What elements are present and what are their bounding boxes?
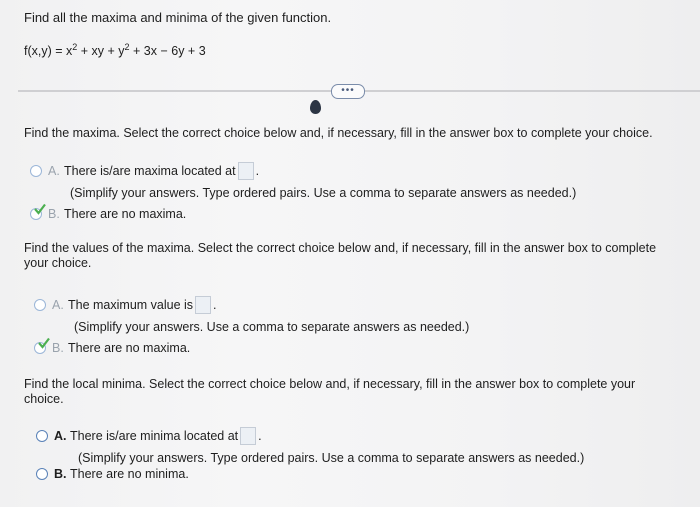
option-a-letter: A.	[52, 298, 64, 312]
option-b-text: There are no maxima.	[68, 341, 191, 355]
function-expression: f(x,y) = x2 + xy + y2 + 3x − 6y + 3	[24, 42, 206, 58]
option-a-max-value[interactable]: A. The maximum value is .	[34, 296, 217, 314]
option-a-text: There is/are maxima located at	[64, 164, 236, 178]
option-a-text: There is/are minima located at	[70, 429, 239, 443]
question-page: Find all the maxima and minima of the gi…	[0, 0, 700, 507]
option-b-maxima[interactable]: B. There are no maxima.	[30, 207, 186, 221]
option-b-max-value[interactable]: B. There are no maxima.	[34, 341, 190, 355]
answer-box-max-value[interactable]	[195, 296, 212, 314]
option-b-text: There are no maxima.	[64, 207, 187, 221]
question-maxima-values-line2: your choice.	[24, 256, 92, 270]
option-a-text: The maximum value is	[68, 298, 194, 312]
question-prompt: Find all the maxima and minima of the gi…	[24, 10, 332, 25]
question-minima-line1: Find the local minima. Select the correc…	[24, 377, 636, 391]
option-b-letter: B.	[48, 207, 60, 221]
more-button[interactable]: •••	[331, 84, 365, 99]
radio-a-max-value[interactable]	[34, 299, 46, 311]
answer-box-maxima-location[interactable]	[237, 162, 254, 180]
option-a-letter: A.	[48, 164, 60, 178]
option-b-text: There are no minima.	[70, 467, 189, 481]
option-a-hint: (Simplify your answers. Type ordered pai…	[78, 451, 585, 465]
answer-box-minima-location[interactable]	[240, 427, 257, 445]
question-maxima-values: Find the values of the maxima. Select th…	[24, 241, 656, 271]
radio-a-minima[interactable]	[36, 430, 48, 442]
option-a-hint: (Simplify your answers. Type ordered pai…	[70, 186, 577, 200]
check-icon	[38, 337, 50, 349]
function-prefix: f(x,y) = x	[24, 44, 73, 59]
cursor-dot	[310, 100, 321, 114]
option-a-minima[interactable]: A. There is/are minima located at .	[36, 427, 262, 445]
function-mid: + xy + y	[77, 44, 125, 59]
option-a-hint: (Simplify your answers. Use a comma to s…	[74, 320, 470, 334]
option-b-letter: B.	[54, 467, 67, 481]
question-maxima: Find the maxima. Select the correct choi…	[24, 126, 653, 140]
question-local-minima: Find the local minima. Select the correc…	[24, 377, 635, 407]
option-b-minima[interactable]: B. There are no minima.	[36, 467, 189, 481]
check-icon	[34, 203, 46, 215]
radio-b-minima[interactable]	[36, 468, 48, 480]
question-minima-line2: choice.	[24, 392, 64, 406]
question-maxima-values-line1: Find the values of the maxima. Select th…	[24, 241, 657, 255]
function-suffix: + 3x − 6y + 3	[129, 44, 206, 59]
radio-a-maxima[interactable]	[30, 165, 42, 177]
option-a-maxima[interactable]: A. There is/are maxima located at .	[30, 162, 259, 180]
option-b-letter: B.	[52, 341, 64, 355]
option-a-letter: A.	[54, 429, 67, 443]
